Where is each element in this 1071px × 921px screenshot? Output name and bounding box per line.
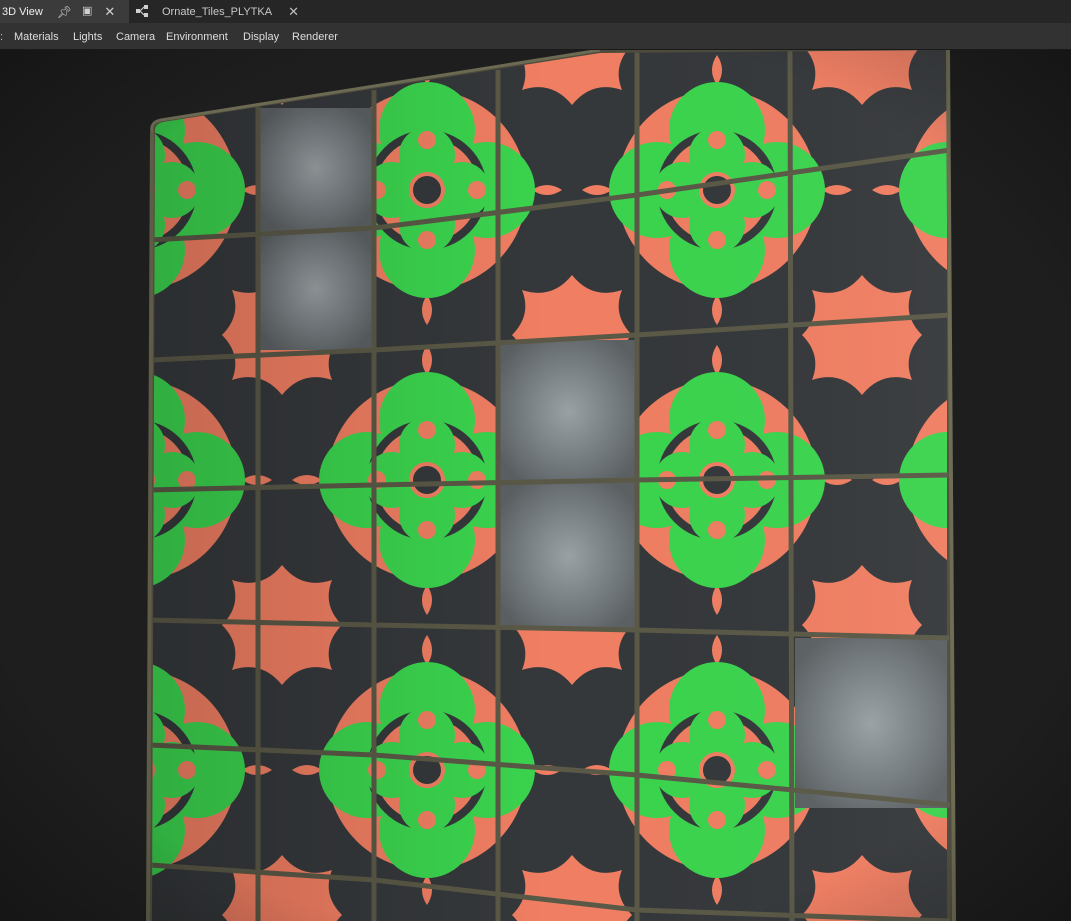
- viewport-render: [0, 50, 1071, 921]
- menu-lights[interactable]: Lights: [73, 31, 102, 43]
- close-icon[interactable]: ✕: [288, 5, 299, 18]
- menu-environment[interactable]: Environment: [166, 31, 228, 43]
- float-window-icon[interactable]: ▣: [82, 6, 92, 17]
- tab-3d-view-label: 3D View: [2, 5, 43, 18]
- 3d-viewport[interactable]: [0, 50, 1071, 921]
- menu-camera[interactable]: Camera: [116, 31, 155, 43]
- tab-3d-view[interactable]: 3D View 📌︎ ▣ ✕: [0, 0, 129, 23]
- graph-icon: [136, 4, 149, 19]
- menu-materials[interactable]: Materials: [14, 31, 59, 43]
- tab-ornate-tiles-graph[interactable]: Ornate_Tiles_PLYTKA ✕: [129, 0, 309, 23]
- close-icon[interactable]: ✕: [104, 5, 115, 18]
- viewport-menu-bar: : Materials Lights Camera Environment Di…: [0, 23, 1071, 50]
- menu-overflow[interactable]: :: [0, 31, 3, 43]
- tab-bar: 3D View 📌︎ ▣ ✕ Ornate_Tiles_PLYTKA ✕: [0, 0, 1071, 23]
- pin-icon[interactable]: 📌︎: [57, 6, 72, 18]
- tile-panel: [146, 50, 956, 921]
- menu-display[interactable]: Display: [243, 31, 279, 43]
- tab-ornate-tiles-label: Ornate_Tiles_PLYTKA: [162, 5, 273, 18]
- menu-renderer[interactable]: Renderer: [292, 31, 338, 43]
